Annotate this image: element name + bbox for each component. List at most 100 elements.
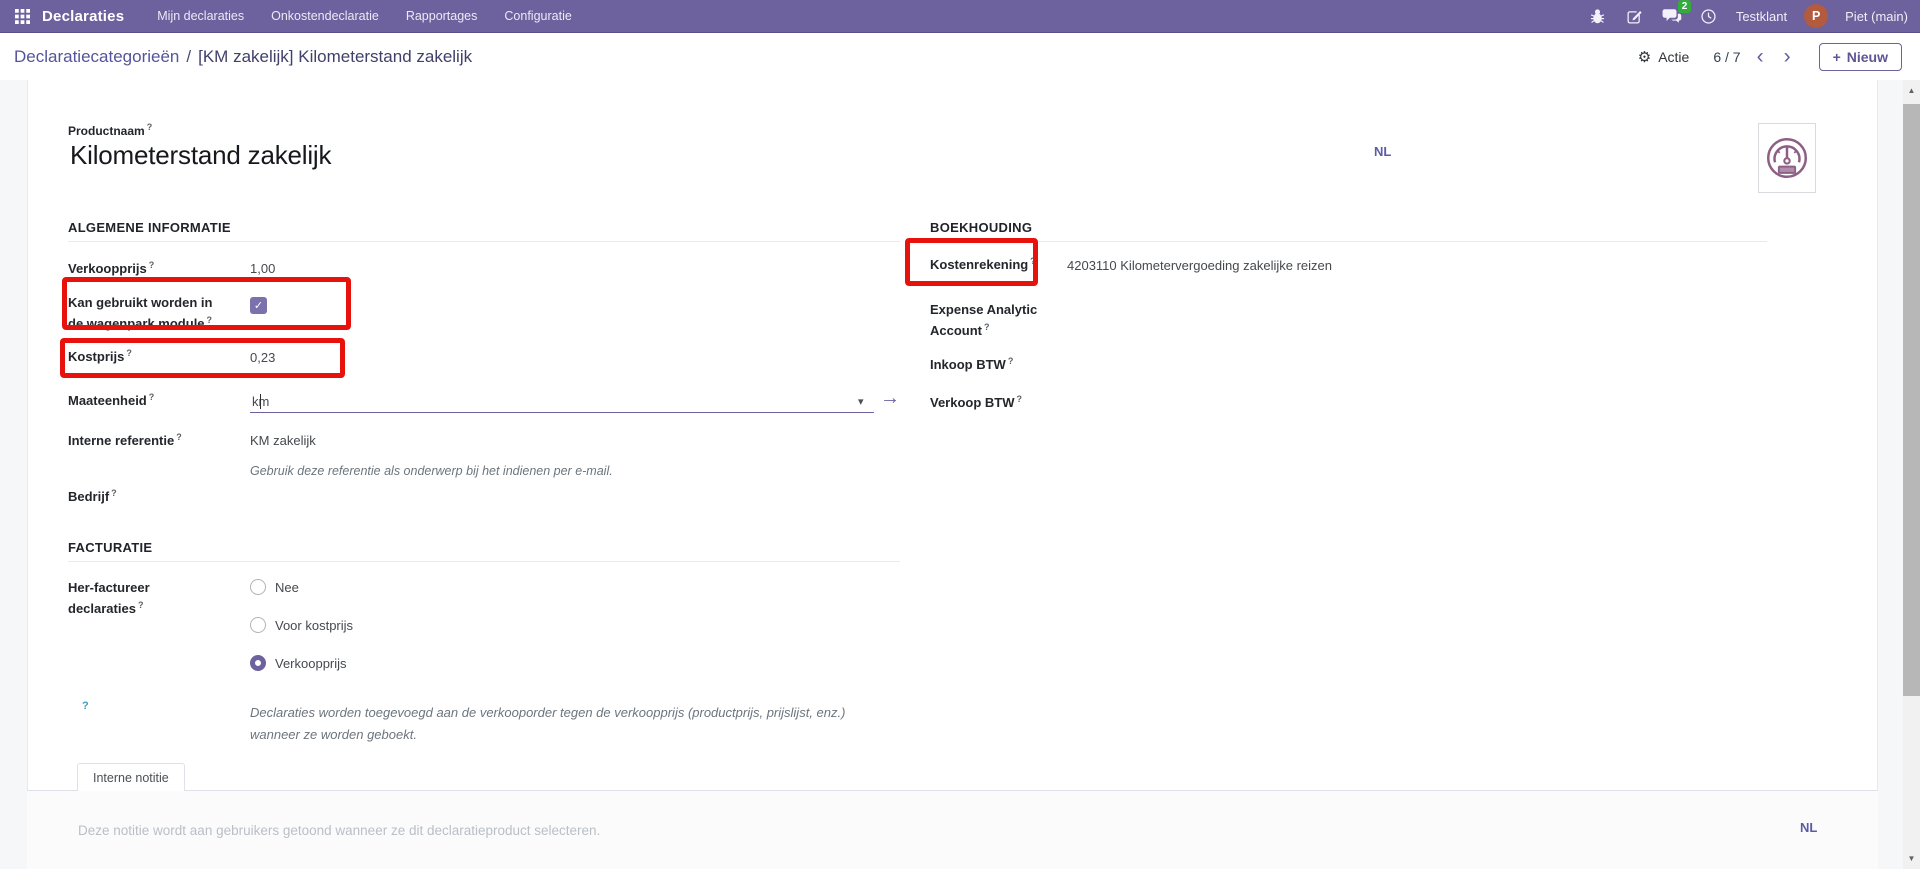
activities-clock-icon[interactable] [1699, 6, 1719, 26]
help-icon: ? [146, 122, 153, 132]
sale-price-value[interactable]: 1,00 [250, 261, 275, 277]
breadcrumb-parent-link[interactable]: Declaratiecategorieën [14, 47, 179, 67]
pager-next-button[interactable]: › [1780, 46, 1795, 67]
top-navbar: Declaraties Mijn declaraties Onkostendec… [0, 0, 1920, 33]
divider [930, 241, 1767, 242]
message-count-badge: 2 [1678, 0, 1691, 13]
internal-ref-help: Gebruik deze referentie als onderwerp bi… [250, 464, 613, 478]
edit-note-icon[interactable] [1625, 6, 1645, 26]
action-menu-label: Actie [1658, 48, 1690, 65]
messages-icon[interactable]: 2 [1662, 0, 1691, 26]
sale-tax-label: Verkoop BTW? [930, 394, 1023, 410]
new-record-label: Nieuw [1846, 48, 1888, 65]
divider [68, 241, 900, 242]
internal-ref-label: Interne referentie? [68, 432, 182, 448]
menu-mijn-declaraties[interactable]: Mijn declaraties [155, 0, 246, 33]
breadcrumb-current: [KM zakelijk] Kilometerstand zakelijk [198, 46, 473, 66]
pager-previous-button[interactable]: ‹ [1753, 46, 1768, 67]
scrollbar-thumb[interactable] [1903, 104, 1920, 696]
help-icon: ? [206, 315, 213, 325]
fleet-label-line1: Kan gebruikt worden in [68, 295, 213, 310]
check-icon: ✓ [253, 300, 264, 312]
company-label: Bedrijf? [68, 488, 117, 504]
internal-ref-value[interactable]: KM zakelijk [250, 433, 316, 449]
translate-badge-product-name[interactable]: NL [1374, 144, 1391, 159]
sale-price-label: Verkoopprijs? [68, 260, 155, 276]
product-image[interactable] [1758, 123, 1816, 193]
product-name-label: Productnaam? [68, 122, 153, 138]
menu-onkostendeclaratie[interactable]: Onkostendeclaratie [269, 0, 381, 33]
text-cursor [260, 394, 261, 409]
fleet-checkbox[interactable]: ✓ [250, 297, 267, 314]
cost-price-label: Kostprijs? [68, 348, 132, 364]
divider [68, 561, 900, 562]
pager-group: 6 / 7 ‹ › [1713, 46, 1795, 67]
help-icon: ? [137, 600, 144, 610]
new-record-button[interactable]: + Nieuw [1818, 42, 1902, 71]
user-menu[interactable]: Piet (main) [1845, 9, 1908, 24]
pager-counter: 6 / 7 [1713, 48, 1741, 65]
help-icon-blue: ? [82, 700, 89, 712]
help-icon: ? [176, 432, 182, 442]
app-title[interactable]: Declaraties [42, 8, 124, 25]
section-general-info: ALGEMENE INFORMATIE [68, 220, 231, 235]
help-icon: ? [984, 322, 990, 332]
plus-icon: + [1832, 48, 1841, 65]
breadcrumb: Declaratiecategorieën / [KM zakelijk] Ki… [14, 47, 472, 67]
help-icon: ? [126, 348, 132, 358]
help-icon: ? [1007, 356, 1014, 366]
expense-account-value[interactable]: 4203110 Kilometervergoeding zakelijke re… [1067, 258, 1332, 274]
navbar-left: Declaraties Mijn declaraties Onkostendec… [12, 0, 574, 33]
brand-wrap: Declaraties [12, 6, 124, 26]
radio-option-nee[interactable]: Nee [250, 579, 299, 595]
radio-selected-icon [250, 655, 266, 671]
control-panel-right: ⚙ Actie 6 / 7 ‹ › + Nieuw [1638, 42, 1902, 71]
gear-icon: ⚙ [1637, 48, 1652, 66]
expense-account-label: Kostenrekening? [930, 256, 1036, 272]
purchase-tax-label: Inkoop BTW? [930, 356, 1014, 372]
cost-price-value[interactable]: 0,23 [250, 350, 275, 366]
radio-icon [250, 579, 266, 595]
analytic-account-label-line2: Account? [930, 322, 990, 338]
screen: Declaraties Mijn declaraties Onkostendec… [0, 0, 1920, 869]
help-icon: ? [148, 392, 155, 402]
bug-icon[interactable] [1588, 6, 1608, 26]
product-name-value[interactable]: Kilometerstand zakelijk [70, 140, 331, 171]
scroll-down-arrow[interactable]: ▼ [1903, 850, 1920, 867]
action-menu-button[interactable]: ⚙ Actie [1638, 48, 1690, 66]
radio-option-verkoopprijs[interactable]: Verkoopprijs [250, 655, 347, 671]
help-icon: ? [148, 260, 155, 270]
scroll-up-arrow[interactable]: ▲ [1903, 82, 1920, 99]
uom-input-underline [250, 412, 874, 413]
section-invoicing: FACTURATIE [68, 540, 153, 555]
reinvoice-label-line1: Her-factureer [68, 580, 150, 595]
help-icon: ? [111, 488, 117, 498]
form-view: Productnaam? Kilometerstand zakelijk NL … [0, 80, 1920, 869]
tabs-divider [27, 790, 1878, 791]
navbar-right: 2 Testklant P Piet (main) [1588, 0, 1908, 28]
menu-configuratie[interactable]: Configuratie [502, 0, 573, 33]
internal-link-arrow-icon[interactable]: → [880, 388, 900, 408]
avatar[interactable]: P [1804, 4, 1829, 28]
breadcrumb-separator: / [186, 46, 192, 66]
chevron-down-icon[interactable]: ▾ [858, 395, 864, 408]
company-switcher[interactable]: Testklant [1736, 9, 1787, 24]
radio-option-voor-kostprijs[interactable]: Voor kostprijs [250, 617, 353, 633]
fleet-label-line2: de wagenpark module? [68, 315, 213, 331]
menu-rapportages[interactable]: Rapportages [404, 0, 480, 33]
internal-note-placeholder: Deze notitie wordt aan gebruikers getoon… [78, 823, 601, 838]
translate-badge-note[interactable]: NL [1800, 820, 1817, 835]
section-accounting: BOEKHOUDING [930, 220, 1033, 235]
tab-interne-notitie[interactable]: Interne notitie [77, 763, 185, 791]
uom-label: Maateenheid? [68, 392, 155, 408]
apps-grid-icon[interactable] [12, 6, 32, 26]
speedometer-icon [1766, 137, 1808, 179]
reinvoice-label-line2: declaraties? [68, 600, 144, 616]
help-icon: ? [1016, 394, 1023, 404]
reinvoice-note: Declaraties worden toegevoegd aan de ver… [250, 705, 846, 742]
vertical-scrollbar[interactable]: ▲ ▼ [1903, 80, 1920, 869]
control-panel: Declaratiecategorieën / [KM zakelijk] Ki… [0, 33, 1920, 80]
analytic-account-label-line1: Expense Analytic [930, 302, 1038, 317]
radio-icon [250, 617, 266, 633]
help-icon: ? [1030, 256, 1036, 266]
